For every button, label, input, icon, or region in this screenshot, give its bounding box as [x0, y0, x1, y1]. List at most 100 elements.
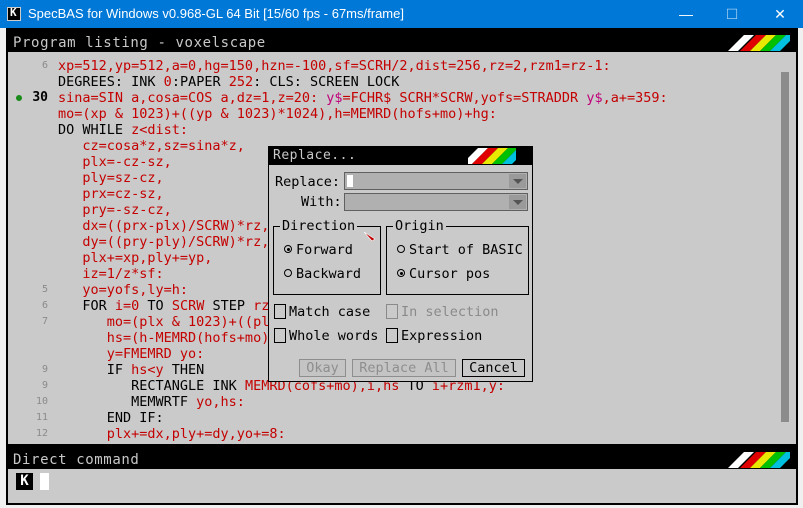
direction-group-label: Direction: [280, 218, 358, 234]
start-of-basic-label[interactable]: Start of BASIC: [409, 242, 523, 258]
code-text: plx+=dx,ply+=dy,yo+=8:: [58, 426, 286, 442]
cancel-button[interactable]: Cancel: [462, 359, 525, 377]
code-token: yo=yofs,ly=h:: [58, 282, 189, 298]
code-token: prx=cz-sz,: [58, 186, 164, 202]
code-token: TO: [147, 298, 172, 314]
line-number: 5: [41, 284, 48, 295]
code-token: DEGREES: INK: [58, 74, 164, 90]
chevron-down-icon[interactable]: [509, 195, 526, 209]
close-button[interactable]: ✕: [757, 0, 803, 28]
scrollbar-thumb[interactable]: [781, 72, 789, 422]
code-token: yo,hs:: [196, 394, 245, 410]
line-number: 6: [41, 300, 48, 311]
code-token: mo=(xp & 1023)+((yp & 1023)*1024),h=MEMR…: [58, 106, 497, 122]
code-token: plx+=xp,ply+=yp,: [58, 250, 213, 266]
expression-checkbox[interactable]: [386, 328, 398, 343]
code-text: pry=-sz-cz,: [58, 202, 172, 218]
with-input[interactable]: [344, 193, 528, 211]
listing-line[interactable]: 12 plx+=dx,ply+=dy,yo+=8:: [8, 426, 768, 442]
forward-label[interactable]: Forward: [296, 242, 353, 258]
code-token: DO WHILE: [58, 122, 132, 138]
direct-command-title: Direct command: [13, 452, 140, 468]
code-token: y=FMEMRD yo:: [58, 346, 205, 362]
code-token: IF: [58, 362, 132, 378]
app-icon: [7, 6, 21, 21]
chevron-down-icon[interactable]: [509, 174, 526, 188]
code-text: END IF:: [58, 410, 164, 426]
direct-command-title-bar[interactable]: Direct command: [8, 451, 796, 469]
replace-dialog: Replace... Replace: With: Direction Forw…: [268, 146, 533, 382]
code-text: sina=SIN a,cosa=COS a,dz=1,z=20: y$=FCHR…: [58, 90, 668, 106]
code-token: z<dist:: [131, 122, 189, 138]
code-text: plx=-cz-sz,: [58, 154, 172, 170]
code-text: xp=512,yp=512,a=0,hg=150,hzn=-100,sf=SCR…: [58, 58, 611, 74]
maximize-button[interactable]: ☐: [709, 0, 755, 28]
listing-line[interactable]: mo=(xp & 1023)+((yp & 1023)*1024),h=MEMR…: [8, 106, 768, 122]
forward-radio[interactable]: [284, 245, 292, 253]
code-token: 0: [163, 74, 172, 90]
spectrum-stripes-icon: [728, 35, 790, 51]
listing-scrollbar[interactable]: [775, 52, 796, 444]
cursor-pos-label[interactable]: Cursor pos: [409, 266, 490, 282]
line-number: 12: [35, 428, 48, 439]
window-frame-right: [798, 28, 803, 508]
replace-input[interactable]: [344, 172, 528, 190]
code-token: FOR: [58, 298, 115, 314]
expression-label[interactable]: Expression: [401, 328, 482, 344]
code-token: RECTANGLE INK: [58, 378, 245, 394]
backward-radio[interactable]: [284, 269, 292, 277]
code-text: ply=sz-cz,: [58, 170, 164, 186]
match-case-label[interactable]: Match case: [289, 304, 370, 320]
code-text: iz=1/z*sf:: [58, 266, 164, 282]
code-token: sina=SIN a,cosa=COS a,dz=1,z=20:: [58, 90, 327, 106]
code-token: y$: [586, 90, 603, 106]
okay-button[interactable]: Okay: [299, 359, 346, 377]
code-text: y=FMEMRD yo:: [58, 346, 205, 362]
listing-line[interactable]: DEGREES: INK 0:PAPER 252: CLS: SCREEN LO…: [8, 74, 768, 90]
code-token: =FCHR$ SCRH*SCRW,yofs=STRADDR: [342, 90, 587, 106]
mouse-pointer-icon: [364, 232, 375, 241]
spectrum-stripes-icon: [728, 452, 790, 468]
code-token: plx=-cz-sz,: [58, 154, 172, 170]
start-of-basic-radio[interactable]: [397, 245, 405, 253]
code-text: plx+=xp,ply+=yp,: [58, 250, 212, 266]
code-token: iz=1/z*sf:: [58, 266, 164, 282]
origin-group: Origin: [386, 218, 529, 295]
listing-line[interactable]: DO WHILE z<dist:: [8, 122, 768, 138]
listing-line[interactable]: 11 END IF:: [8, 410, 768, 426]
code-token: i=0: [114, 298, 148, 314]
code-token: ply=sz-cz,: [58, 170, 164, 186]
listing-line[interactable]: 30 sina=SIN a,cosa=COS a,dz=1,z=20: y$=FC…: [8, 90, 768, 106]
direct-command-input[interactable]: K: [8, 469, 796, 503]
code-token: pry=-sz-cz,: [58, 202, 172, 218]
cursor-pos-radio[interactable]: [397, 269, 405, 277]
title-bar: SpecBAS for Windows v0.968-GL 64 Bit [15…: [0, 0, 803, 28]
current-line-marker-icon: [16, 95, 22, 101]
in-selection-label[interactable]: In selection: [401, 304, 499, 320]
code-text: dx=((prx-plx)/SCRW)*rz,: [58, 218, 269, 234]
backward-label[interactable]: Backward: [296, 266, 361, 282]
dialog-title-bar[interactable]: Replace...: [269, 147, 532, 165]
code-text: dy=((pry-ply)/SCRW)*rz,: [58, 234, 269, 250]
line-number: 10: [35, 396, 48, 407]
code-text: yo=yofs,ly=h:: [58, 282, 188, 298]
listing-line[interactable]: 6 xp=512,yp=512,a=0,hg=150,hzn=-100,sf=SC…: [8, 58, 768, 74]
code-token: SCRW: [171, 298, 213, 314]
minimize-button[interactable]: —: [663, 0, 709, 28]
k-mode-cursor-icon: K: [16, 473, 33, 490]
listing-title: Program listing - voxelscape: [13, 35, 266, 51]
text-caret: [347, 175, 353, 187]
in-selection-checkbox[interactable]: [386, 304, 398, 319]
listing-line[interactable]: 10 MEMWRTF yo,hs:: [8, 394, 768, 410]
replace-all-button[interactable]: Replace All: [352, 359, 456, 377]
code-token: dx=((prx-plx)/SCRW)*rz,: [58, 218, 270, 234]
match-case-checkbox[interactable]: [274, 304, 286, 319]
replace-label: Replace:: [275, 174, 341, 190]
whole-words-label[interactable]: Whole words: [289, 328, 378, 344]
whole-words-checkbox[interactable]: [274, 328, 286, 343]
code-token: dy=((pry-ply)/SCRW)*rz,: [58, 234, 270, 250]
code-token: STEP: [212, 298, 254, 314]
code-text: prx=cz-sz,: [58, 186, 164, 202]
code-text: FOR i=0 TO SCRW STEP rz:: [58, 298, 277, 314]
listing-title-bar[interactable]: Program listing - voxelscape: [8, 34, 796, 52]
